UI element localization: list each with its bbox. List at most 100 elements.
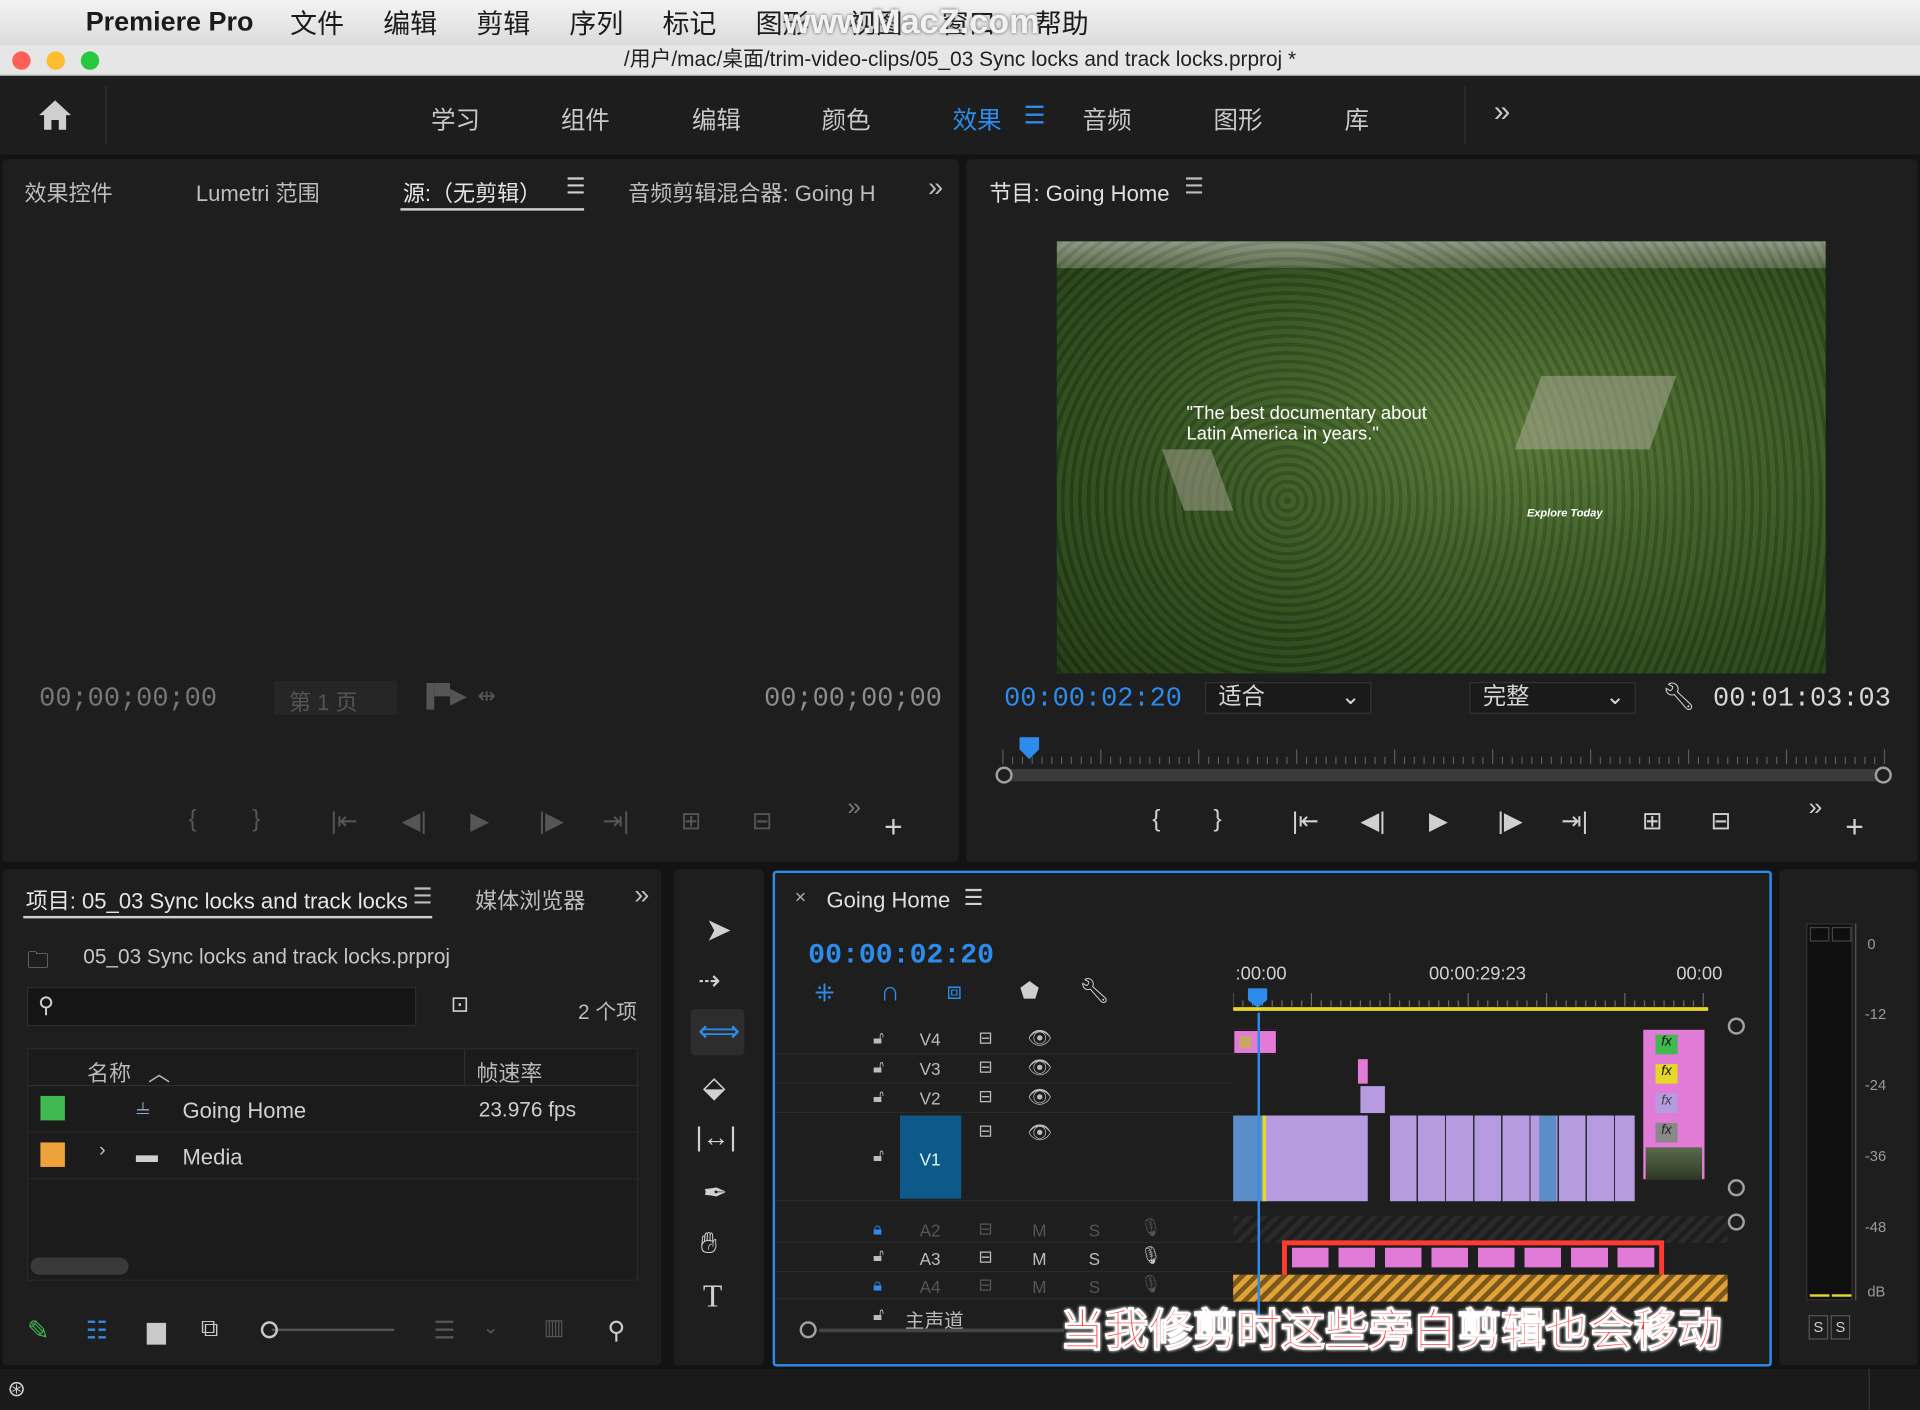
mute-button[interactable]: M [1032,1277,1046,1297]
vertical-zoom-handle[interactable] [1727,1017,1745,1035]
mute-button[interactable]: M [1032,1249,1046,1269]
sync-lock-icon[interactable]: ⊟ [978,1247,992,1268]
sync-lock-icon[interactable]: ⊟ [978,1057,992,1078]
list-view-icon[interactable]: ☷ [86,1315,108,1346]
clip-v4[interactable] [1233,1029,1278,1055]
clip-v1[interactable] [1539,1115,1557,1202]
lift-icon[interactable]: ⊞ [1642,806,1663,837]
hand-tool-icon[interactable]: ✋︎ [700,1227,717,1261]
solo-button[interactable]: S [1089,1249,1100,1269]
clip-stack-right[interactable]: fx fx fx fx [1643,1029,1705,1180]
add-marker-icon[interactable]: ⬟ [1020,978,1039,1004]
freeform-view-icon[interactable]: ⧉ [201,1315,218,1343]
track-label[interactable]: A2 [920,1221,941,1241]
wrench-icon[interactable]: 🔧︎ [1662,681,1696,713]
more-workspaces-icon[interactable]: » [1494,96,1510,130]
mark-in-icon[interactable]: { [1152,806,1160,834]
source-panel-menu-icon[interactable]: ☰ [566,174,586,200]
chevron-down-icon[interactable]: ⌄ [482,1315,498,1339]
chevron-right-icon[interactable]: › [99,1140,106,1162]
tab-audio-clip-mixer[interactable]: 音频剪辑混合器: Going H [628,176,883,208]
find-bin-icon[interactable]: ⊡ [451,992,469,1018]
workspace-effects[interactable]: 效果 [953,100,1002,136]
solo-right-button[interactable]: S [1830,1315,1851,1340]
track-label[interactable]: V4 [920,1030,941,1050]
icon-view-icon[interactable]: ▆ [147,1315,166,1346]
clip-v3[interactable] [1357,1059,1368,1084]
fx-badge[interactable]: fx [1655,1093,1678,1114]
lock-icon[interactable]: 🔓︎ [873,1245,884,1266]
vertical-zoom-handle[interactable] [1727,1179,1745,1197]
lock-icon[interactable]: 🔓︎ [873,1145,884,1166]
workspace-graphics[interactable]: 图形 [1213,100,1262,136]
timeline-timecode[interactable]: 00:00:02:20 [808,939,994,971]
workspace-editing[interactable]: 编辑 [692,100,741,136]
lock-icon[interactable]: 🔓︎ [873,1027,884,1048]
horizontal-scrollbar[interactable] [819,1328,1065,1333]
clip-v2[interactable] [1360,1086,1385,1114]
selection-tool-icon[interactable]: ➤ [705,911,732,949]
linked-selection-icon[interactable]: ⧈ [947,978,963,1006]
workspace-libraries[interactable]: 库 [1344,100,1368,136]
overwrite-icon[interactable]: ⊟ [752,806,773,837]
col-name[interactable]: 名称 [87,1057,131,1089]
search-input[interactable]: ⚲ [26,986,417,1027]
fx-badge[interactable]: fx [1655,1064,1678,1084]
playhead-marker[interactable] [1019,737,1040,760]
track-select-tool-icon[interactable]: ⇢ [698,965,721,997]
list-item[interactable]: ⫨ Going Home 23.976 fps [28,1086,640,1133]
play-icon[interactable]: ▶ [470,806,489,837]
track-label[interactable]: A4 [920,1277,941,1297]
tab-effect-controls[interactable]: 效果控件 [24,176,112,208]
program-title[interactable]: 节目: Going Home [989,176,1169,208]
horizontal-zoom-handle[interactable] [799,1321,817,1339]
minimize-window-button[interactable] [46,51,65,70]
menu-edit[interactable]: 编辑 [383,2,437,41]
list-item[interactable]: › ▬ Media [28,1133,640,1180]
solo-button[interactable]: S [1089,1221,1100,1241]
tab-source[interactable]: 源:（无剪辑） [403,176,541,208]
more-tabs-icon[interactable]: » [634,879,649,911]
menu-file[interactable]: 文件 [290,2,344,41]
program-menu-icon[interactable]: ☰ [1184,174,1204,200]
microphone-icon[interactable]: 🎙︎ [1140,1217,1162,1238]
go-to-out-icon[interactable]: ⇥| [602,806,629,837]
eye-icon[interactable]: 👁︎ [1027,1056,1052,1080]
pencil-icon[interactable]: ✎ [27,1315,50,1347]
workspace-menu-icon[interactable]: ☰ [1024,100,1046,131]
step-back-icon[interactable]: ◀| [1360,806,1385,837]
mark-out-icon[interactable]: } [252,806,260,834]
pen-tool-icon[interactable]: ✒ [703,1176,728,1212]
zoom-slider[interactable] [260,1320,397,1340]
tab-lumetri-scopes[interactable]: Lumetri 范围 [196,176,320,208]
lock-icon[interactable]: 🔓︎ [873,1304,884,1325]
workspace-assembly[interactable]: 组件 [561,100,610,136]
vertical-zoom-handle[interactable] [1727,1213,1745,1231]
sync-lock-icon[interactable]: ⊟ [978,1027,992,1048]
razor-tool-icon[interactable]: ⬙ [703,1070,726,1106]
play-icon[interactable]: ▶ [1429,806,1448,837]
workspace-audio[interactable]: 音频 [1082,100,1131,136]
label-color-swatch[interactable] [40,1095,65,1121]
microphone-icon[interactable]: 🎙︎ [1140,1245,1162,1266]
eye-icon[interactable]: 👁︎ [1027,1085,1052,1109]
sequence-tab[interactable]: Going Home [827,888,951,914]
go-to-out-icon[interactable]: ⇥| [1561,806,1588,837]
insert-icon[interactable]: ⊞ [681,806,702,837]
insert-clip-icon[interactable]: ▐▀▶ [419,683,467,709]
nest-icon[interactable]: ⁜ [814,978,835,1009]
menu-markers[interactable]: 标记 [662,2,716,41]
project-menu-icon[interactable]: ☰ [413,884,433,910]
track-label[interactable]: V2 [920,1089,941,1109]
microphone-icon[interactable]: 🎙︎ [1140,1273,1162,1294]
timeline-settings-wrench-icon[interactable]: 🔧︎ [1079,976,1110,1007]
add-button-icon[interactable]: + [884,808,903,846]
automate-icon[interactable]: ▥ [544,1315,565,1341]
col-fps[interactable]: 帧速率 [476,1057,542,1089]
close-window-button[interactable] [12,51,31,70]
sync-lock-icon[interactable]: ⊟ [978,1120,992,1141]
track-label[interactable]: A3 [920,1249,941,1269]
page-label[interactable]: 第 1 页 [289,686,358,718]
step-forward-icon[interactable]: |▶ [539,806,564,837]
eye-icon[interactable]: 👁︎ [1027,1120,1052,1144]
